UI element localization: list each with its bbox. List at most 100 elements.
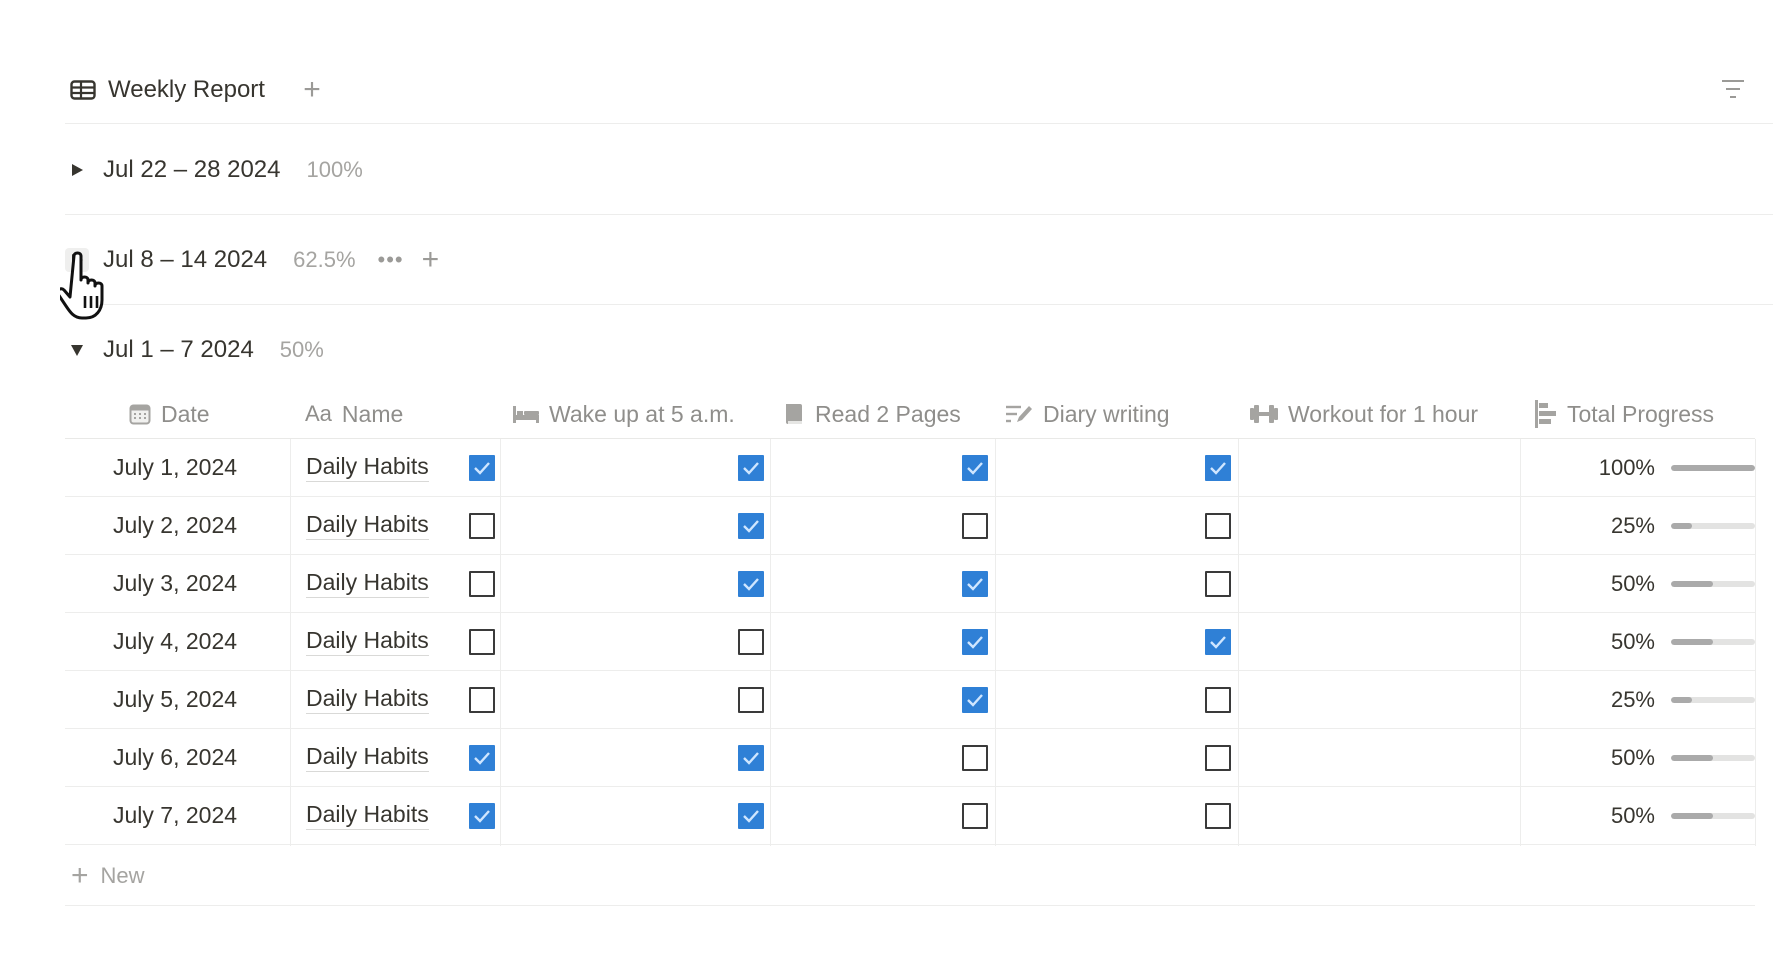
table-row[interactable]: July 3, 2024 Daily Habits 50%	[65, 555, 1755, 613]
diary-checkbox[interactable]	[962, 570, 988, 597]
wake-checkbox[interactable]	[469, 454, 495, 481]
read-checkbox[interactable]	[738, 628, 764, 655]
name-cell[interactable]: Daily Habits	[306, 555, 429, 612]
name-cell[interactable]: Daily Habits	[306, 613, 429, 670]
wake-checkbox[interactable]	[469, 628, 495, 655]
date-cell[interactable]: July 4, 2024	[113, 613, 237, 670]
column-header-date[interactable]: Date	[129, 390, 210, 438]
column-header-workout[interactable]: Workout for 1 hour	[1250, 390, 1478, 438]
diary-cell	[962, 787, 988, 844]
progress-percent: 25%	[1610, 512, 1655, 538]
name-value[interactable]: Daily Habits	[306, 801, 429, 830]
diary-checkbox[interactable]	[962, 744, 988, 771]
diary-checkbox[interactable]	[962, 628, 988, 655]
group-title: Jul 8 – 14 2024	[103, 246, 268, 273]
date-cell[interactable]: July 1, 2024	[113, 439, 237, 496]
new-row-button[interactable]: + New	[65, 847, 1755, 906]
name-cell[interactable]: Daily Habits	[306, 729, 429, 786]
name-cell[interactable]: Daily Habits	[306, 787, 429, 844]
table-row[interactable]: July 6, 2024 Daily Habits 50%	[65, 729, 1755, 787]
wake-cell	[469, 787, 495, 844]
wake-checkbox[interactable]	[469, 512, 495, 539]
name-cell[interactable]: Daily Habits	[306, 671, 429, 728]
group-title: Jul 1 – 7 2024	[103, 336, 254, 363]
total-progress-cell: 50%	[1565, 613, 1755, 670]
date-cell[interactable]: July 7, 2024	[113, 787, 237, 844]
table-header: Date Aa Name Wake up at 5 a.m. Read 2 Pa…	[65, 390, 1755, 439]
wake-cell	[469, 439, 495, 496]
diary-checkbox[interactable]	[962, 512, 988, 539]
view-tab-weekly-report[interactable]: Weekly Report	[70, 70, 265, 110]
group-toggle[interactable]	[65, 158, 89, 182]
table-row[interactable]: July 7, 2024 Daily Habits 50%	[65, 787, 1755, 845]
pencil-lines-icon	[1005, 403, 1033, 425]
column-header-total[interactable]: Total Progress	[1535, 390, 1714, 438]
calendar-icon	[129, 403, 151, 425]
table-row[interactable]: July 2, 2024 Daily Habits 25%	[65, 497, 1755, 555]
column-header-name[interactable]: Aa Name	[305, 390, 403, 438]
add-row-to-group-button[interactable]: +	[422, 245, 440, 275]
filter-icon[interactable]	[1720, 78, 1746, 100]
date-value: July 2, 2024	[113, 512, 238, 538]
triangle-down-icon	[71, 345, 83, 356]
name-value[interactable]: Daily Habits	[306, 511, 429, 540]
group-toggle[interactable]	[65, 338, 89, 362]
name-cell[interactable]: Daily Habits	[306, 439, 429, 496]
read-checkbox[interactable]	[738, 686, 764, 713]
date-cell[interactable]: July 3, 2024	[113, 555, 237, 612]
date-cell[interactable]: July 5, 2024	[113, 671, 237, 728]
workout-checkbox[interactable]	[1205, 802, 1231, 829]
date-cell[interactable]: July 6, 2024	[113, 729, 237, 786]
plus-icon: +	[71, 859, 89, 892]
column-header-read[interactable]: Read 2 Pages	[783, 390, 961, 438]
dumbbell-icon	[1250, 404, 1278, 424]
column-header-wake[interactable]: Wake up at 5 a.m.	[513, 390, 735, 438]
workout-checkbox[interactable]	[1205, 686, 1231, 713]
workout-checkbox[interactable]	[1205, 454, 1231, 481]
column-header-diary[interactable]: Diary writing	[1005, 390, 1170, 438]
table-row[interactable]: July 1, 2024 Daily Habits 100%	[65, 439, 1755, 497]
wake-checkbox[interactable]	[469, 570, 495, 597]
name-value[interactable]: Daily Habits	[306, 569, 429, 598]
name-value[interactable]: Daily Habits	[306, 453, 429, 482]
workout-cell	[1205, 439, 1231, 496]
more-options-button[interactable]: •••	[378, 247, 404, 273]
checkmark-icon	[743, 519, 759, 533]
header-divider	[65, 123, 1773, 124]
workout-cell	[1205, 671, 1231, 728]
progress-bar	[1671, 812, 1755, 819]
add-view-button[interactable]: +	[298, 70, 326, 110]
progress-bar	[1671, 754, 1755, 761]
table-row[interactable]: July 5, 2024 Daily Habits 25%	[65, 671, 1755, 729]
name-value[interactable]: Daily Habits	[306, 685, 429, 714]
read-checkbox[interactable]	[738, 454, 764, 481]
workout-checkbox[interactable]	[1205, 628, 1231, 655]
progress-bar	[1671, 638, 1755, 645]
table-row[interactable]: July 4, 2024 Daily Habits 50%	[65, 613, 1755, 671]
wake-checkbox[interactable]	[469, 686, 495, 713]
date-value: July 4, 2024	[113, 628, 238, 654]
wake-checkbox[interactable]	[469, 802, 495, 829]
group-divider	[65, 304, 1773, 305]
name-value[interactable]: Daily Habits	[306, 743, 429, 772]
diary-checkbox[interactable]	[962, 454, 988, 481]
diary-checkbox[interactable]	[962, 686, 988, 713]
workout-checkbox[interactable]	[1205, 512, 1231, 539]
name-value[interactable]: Daily Habits	[306, 627, 429, 656]
group-jul-1-7[interactable]: Jul 1 – 7 2024 50%	[65, 330, 324, 370]
date-cell[interactable]: July 2, 2024	[113, 497, 237, 554]
group-jul-22-28[interactable]: Jul 22 – 28 2024 100%	[65, 150, 363, 190]
bar-align-icon	[1535, 400, 1557, 428]
table-icon	[70, 80, 96, 100]
wake-checkbox[interactable]	[469, 744, 495, 771]
progress-percent: 100%	[1598, 454, 1655, 480]
read-checkbox[interactable]	[738, 744, 764, 771]
workout-cell	[1205, 613, 1231, 670]
name-cell[interactable]: Daily Habits	[306, 497, 429, 554]
workout-checkbox[interactable]	[1205, 570, 1231, 597]
read-checkbox[interactable]	[738, 802, 764, 829]
read-checkbox[interactable]	[738, 512, 764, 539]
read-checkbox[interactable]	[738, 570, 764, 597]
diary-checkbox[interactable]	[962, 802, 988, 829]
workout-checkbox[interactable]	[1205, 744, 1231, 771]
